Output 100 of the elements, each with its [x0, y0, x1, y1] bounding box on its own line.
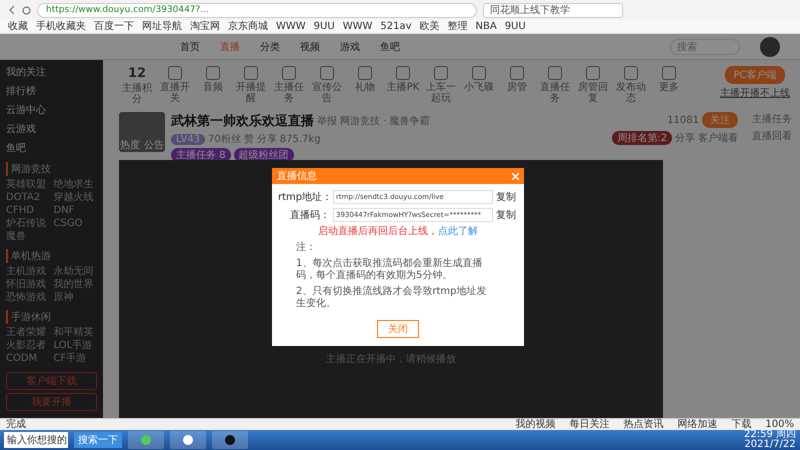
tool-label[interactable]: 直播开关: [157, 82, 193, 104]
tool-icon[interactable]: [510, 66, 524, 80]
tool-label[interactable]: 发布动态: [613, 82, 649, 104]
room-action[interactable]: 客户端看: [698, 131, 738, 145]
bookmark-item[interactable]: 百度一下: [94, 20, 134, 33]
address-bar[interactable]: https://www.douyu.com/3930447?...: [37, 2, 477, 18]
bookmark-item[interactable]: WWW: [276, 20, 306, 33]
sidebar-item[interactable]: 鱼吧: [6, 140, 97, 156]
tool-label[interactable]: 小飞碟: [461, 82, 497, 93]
taskbar-app-icon[interactable]: [212, 431, 248, 449]
tool-label[interactable]: 开播提醒: [233, 82, 269, 104]
tool-icon[interactable]: [358, 66, 372, 80]
site-search-field[interactable]: 搜索: [670, 38, 740, 54]
tool-label[interactable]: 主播任务: [271, 82, 307, 104]
sidebar-item[interactable]: 云游戏: [6, 121, 97, 137]
client-link[interactable]: 主播开播不上线: [720, 86, 790, 100]
status-item[interactable]: 热点资讯: [623, 419, 664, 430]
tool-icon[interactable]: [168, 66, 182, 80]
category-link[interactable]: 恐怖游戏: [6, 292, 50, 304]
close-button[interactable]: 关闭: [377, 320, 419, 338]
category-link[interactable]: 我的世界: [54, 279, 97, 291]
side-link[interactable]: 主播任务: [752, 112, 792, 126]
taskbar-search-field[interactable]: 输入你想搜的: [4, 432, 68, 448]
nav-tab[interactable]: 首页: [180, 40, 200, 54]
tool-icon[interactable]: [320, 66, 334, 80]
nav-tab[interactable]: 游戏: [340, 40, 360, 54]
tool-icon[interactable]: [434, 66, 448, 80]
tool-label[interactable]: 礼物: [347, 82, 383, 93]
nav-tab[interactable]: 鱼吧: [380, 40, 400, 54]
bookmark-item[interactable]: 整理: [448, 20, 468, 33]
client-button[interactable]: PC客户端: [725, 66, 784, 84]
room-action[interactable]: 分享: [675, 131, 695, 145]
category-link[interactable]: 和平精英: [54, 327, 97, 339]
tool-icon[interactable]: [662, 66, 676, 80]
tool-label[interactable]: 音频: [195, 82, 231, 93]
tool-icon[interactable]: [586, 66, 600, 80]
category-link[interactable]: 怀旧游戏: [6, 279, 50, 291]
tool-icon[interactable]: [244, 66, 258, 80]
category-link[interactable]: 英雄联盟: [6, 179, 50, 191]
tool-icon[interactable]: [206, 66, 220, 80]
sidebar-item[interactable]: 排行榜: [6, 83, 97, 99]
sidebar-button[interactable]: 我要开播: [6, 393, 97, 411]
bookmark-item[interactable]: NBA: [476, 20, 497, 33]
bookmark-item[interactable]: 521av: [380, 20, 412, 33]
close-icon[interactable]: [512, 172, 519, 180]
category-link[interactable]: 永劫无间: [54, 266, 97, 278]
bookmark-item[interactable]: 欧美: [420, 20, 440, 33]
category-link[interactable]: CSGO: [54, 218, 97, 230]
tool-label[interactable]: 房管回复: [575, 82, 611, 104]
sidebar-item[interactable]: 我的关注: [6, 64, 97, 80]
tool-label[interactable]: 主播PK: [385, 82, 421, 93]
category-link[interactable]: CFHD: [6, 205, 50, 217]
tool-icon[interactable]: [282, 66, 296, 80]
status-item[interactable]: 我的视频: [515, 419, 556, 430]
tool-icon[interactable]: [396, 66, 410, 80]
nav-tab[interactable]: 直播: [220, 40, 240, 54]
tool-icon[interactable]: [548, 66, 562, 80]
sidebar-item[interactable]: 云游中心: [6, 102, 97, 118]
bookmark-item[interactable]: 网址导航: [142, 20, 182, 33]
back-icon[interactable]: [8, 6, 16, 14]
bookmark-item[interactable]: 淘宝网: [190, 20, 220, 33]
status-item[interactable]: 每日关注: [569, 419, 610, 430]
bookmark-item[interactable]: 9UU: [314, 20, 335, 33]
category-link[interactable]: 主机游戏: [6, 266, 50, 278]
bookmark-item[interactable]: WWW: [342, 20, 372, 33]
help-link[interactable]: 点此了解: [438, 226, 478, 237]
bookmark-item[interactable]: 9UU: [504, 20, 526, 33]
tool-label[interactable]: 更多: [651, 82, 687, 93]
tool-icon[interactable]: [472, 66, 486, 80]
category-link[interactable]: LOL手游: [54, 340, 97, 352]
tool-label[interactable]: 房管: [499, 82, 535, 93]
category-link[interactable]: 绝地求生: [54, 179, 97, 191]
category-link[interactable]: CF手游: [54, 353, 97, 365]
category-link[interactable]: DOTA2: [6, 192, 50, 204]
tool-icon[interactable]: [624, 66, 638, 80]
copy-link[interactable]: 复制: [496, 208, 516, 222]
bookmark-item[interactable]: 收藏: [8, 20, 28, 33]
nav-tab[interactable]: 视频: [300, 40, 320, 54]
taskbar-search-button[interactable]: 搜索一下: [74, 432, 122, 448]
category-link[interactable]: DNF: [54, 205, 97, 217]
category-link[interactable]: 穿越火线: [54, 192, 97, 204]
tool-label[interactable]: 上车一起玩: [423, 82, 459, 104]
avatar[interactable]: [760, 36, 780, 56]
tool-label[interactable]: 宣传公告: [309, 82, 345, 104]
taskbar-app-icon[interactable]: [170, 431, 206, 449]
category-link[interactable]: 火影忍者: [6, 340, 50, 352]
status-item[interactable]: 下载: [731, 419, 752, 430]
category-link[interactable]: CODM: [6, 353, 50, 365]
nav-tab[interactable]: 分类: [260, 40, 280, 54]
status-item[interactable]: 100%: [765, 419, 794, 430]
bookmark-item[interactable]: 手机收藏夹: [36, 20, 86, 33]
tool-label[interactable]: 直播任务: [537, 82, 573, 104]
category-link[interactable]: 原神: [54, 292, 97, 304]
bookmark-item[interactable]: 京东商城: [228, 20, 268, 33]
category-link[interactable]: 炉石传说: [6, 218, 50, 230]
sidebar-button[interactable]: 客户端下载: [6, 372, 97, 390]
copy-link[interactable]: 复制: [496, 190, 516, 204]
follow-button[interactable]: 关注: [702, 112, 738, 128]
category-link[interactable]: 王者荣耀: [6, 327, 50, 339]
side-link[interactable]: 直播回看: [752, 129, 792, 143]
